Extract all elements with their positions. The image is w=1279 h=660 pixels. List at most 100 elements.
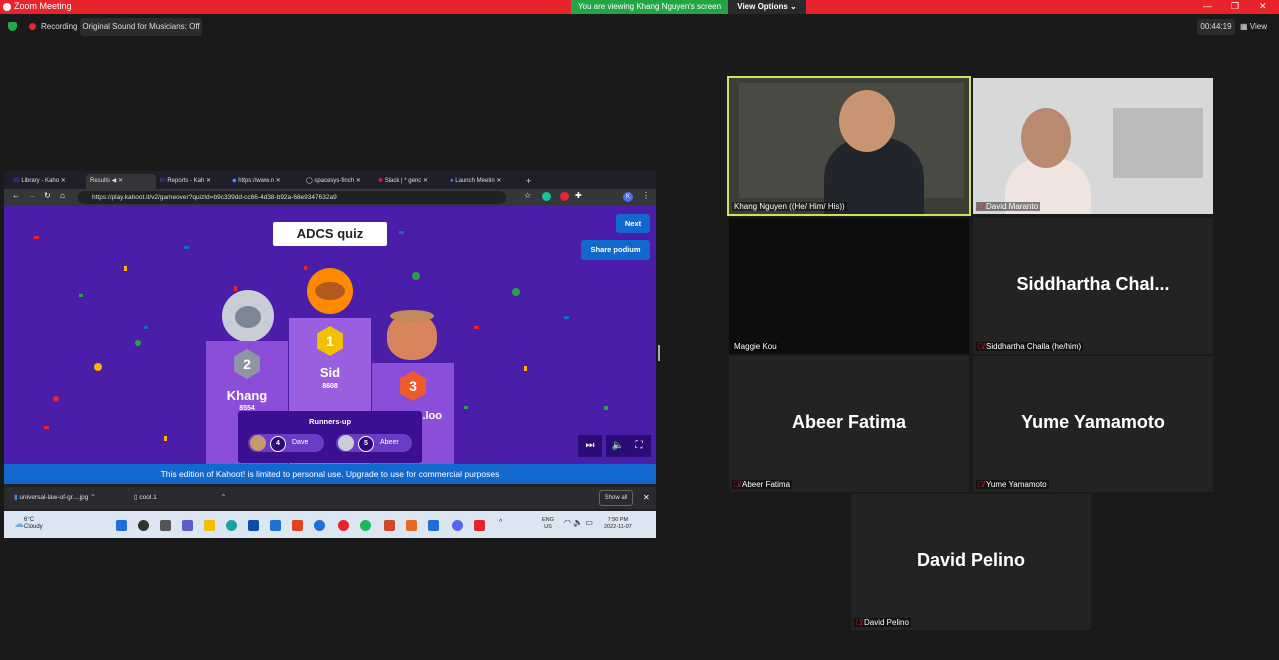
- download-item[interactable]: ▮ universal-law-of-gr....jpg ⌃: [14, 487, 96, 509]
- extension-icon[interactable]: [560, 192, 569, 201]
- person-face: [1021, 108, 1071, 168]
- tray-chevron-icon[interactable]: ^: [499, 519, 502, 526]
- runner-up-item: 5 Abeer: [336, 434, 412, 452]
- browser-tab[interactable]: ◆ https://www.n ✕: [232, 174, 300, 189]
- powerpoint-icon[interactable]: [384, 520, 395, 531]
- browser-tab[interactable]: ● Launch Meetin ✕: [450, 174, 518, 189]
- browser-tab[interactable]: ◯ spacesys-finch ✕: [306, 174, 374, 189]
- runners-up-panel: Runners-up 4 Dave 5 Abeer: [238, 411, 422, 463]
- podium-name: Khang: [226, 388, 268, 403]
- original-sound-status[interactable]: Original Sound for Musicians: Off: [80, 18, 202, 36]
- browser-tab-active[interactable]: Results ◀ ✕: [86, 174, 156, 189]
- video-tile-maggie[interactable]: Maggie Kou: [729, 218, 969, 354]
- chevron-up-icon: ⌃: [220, 494, 227, 501]
- runner-name: Dave: [292, 439, 309, 446]
- discord-icon[interactable]: [452, 520, 463, 531]
- participant-name: 🎙̸ Yume Yamamoto: [976, 480, 1049, 489]
- matlab-icon[interactable]: [406, 520, 417, 531]
- confetti-dot: [512, 288, 520, 296]
- participant-display-name: Yume Yamamoto: [1021, 412, 1165, 432]
- viewing-text: You are viewing Khang Nguyen's screen: [577, 2, 722, 11]
- confetti-piece: [184, 246, 189, 249]
- next-button[interactable]: Next: [616, 214, 650, 233]
- back-icon[interactable]: ←: [12, 191, 20, 200]
- video-tile-yume[interactable]: Yume Yamamoto 🎙̸ Yume Yamamoto: [973, 356, 1213, 492]
- zoom-title-bar: Zoom Meeting You are viewing Khang Nguye…: [0, 0, 1279, 14]
- kahoot-license-banner[interactable]: This edition of Kahoot! is limited to pe…: [4, 464, 656, 484]
- video-tile-khang[interactable]: Khang Nguyen ((He/ Him/ His)): [727, 76, 971, 216]
- participant-name: 🎙̸ Abeer Fatima: [732, 480, 793, 489]
- mail-icon[interactable]: [270, 520, 281, 531]
- confetti-piece: [164, 436, 167, 441]
- kahoot-podium-screen: ADCS quiz Next Share podium 2 Khang 8554…: [4, 206, 656, 464]
- file-explorer-icon[interactable]: [204, 520, 215, 531]
- confetti-piece: [79, 294, 83, 297]
- store-icon[interactable]: [248, 520, 259, 531]
- grammarly-icon[interactable]: [542, 192, 551, 201]
- weather-widget[interactable]: 6°C Cloudy: [24, 517, 43, 531]
- participant-name: 🎙̸ Siddhartha Challa (he/him): [976, 342, 1084, 351]
- app-icon[interactable]: [428, 520, 439, 531]
- security-shield-icon[interactable]: [8, 22, 17, 31]
- language-indicator[interactable]: ENG US: [542, 517, 554, 531]
- url-input[interactable]: https://play.kahoot.it/v2/gameover?quizI…: [78, 191, 506, 204]
- runner-rank: 4: [270, 436, 286, 452]
- browser-tab[interactable]: K! Reports - Kah ✕: [160, 174, 228, 189]
- snip-icon[interactable]: [474, 520, 485, 531]
- rank-badge: 2: [232, 349, 262, 379]
- participant-name: 🎙̸ David Maranto: [976, 202, 1041, 211]
- new-tab-button[interactable]: +: [526, 174, 536, 189]
- maximize-button[interactable]: ❐: [1231, 1, 1239, 12]
- home-icon[interactable]: ⌂: [60, 191, 65, 200]
- silver-badge-icon: 2: [234, 349, 260, 379]
- participant-name: Khang Nguyen ((He/ Him/ His)): [732, 202, 847, 211]
- close-downloads-icon[interactable]: ✕: [643, 493, 650, 502]
- chrome-icon[interactable]: [338, 520, 349, 531]
- spotify-icon[interactable]: [360, 520, 371, 531]
- show-all-button[interactable]: Show all: [599, 490, 633, 506]
- split-resize-handle[interactable]: [658, 345, 660, 361]
- download-item[interactable]: ▯ cool.1 ⌃: [134, 487, 226, 509]
- video-tile-david-pelino[interactable]: David Pelino 🎙̸ David Pelino: [851, 494, 1091, 630]
- puzzle-icon[interactable]: ✚: [575, 191, 582, 200]
- cowboy-cow-avatar: [387, 310, 437, 360]
- wifi-icon[interactable]: ◠ 🔈 ▭: [564, 518, 593, 527]
- close-button[interactable]: ✕: [1259, 1, 1267, 12]
- search-icon[interactable]: [138, 520, 149, 531]
- browser-tab[interactable]: ✱ Slack | * genc ✕: [378, 174, 446, 189]
- forward-icon[interactable]: →: [28, 191, 36, 200]
- browser-tab[interactable]: K! Library - Kaho ✕: [14, 174, 80, 189]
- shared-screen[interactable]: K! Library - Kaho ✕ Results ◀ ✕ K! Repor…: [4, 171, 656, 538]
- settings-icon[interactable]: [314, 520, 325, 531]
- minimize-button[interactable]: —: [1203, 1, 1212, 11]
- confetti-piece: [564, 316, 569, 319]
- confetti-dot: [412, 272, 420, 280]
- reload-icon[interactable]: ↻: [44, 191, 51, 200]
- skip-icon[interactable]: ⏭: [578, 435, 602, 457]
- participant-display-name: Siddhartha Chal...: [1016, 274, 1170, 294]
- video-tile-abeer[interactable]: Abeer Fatima 🎙̸ Abeer Fatima: [729, 356, 969, 492]
- recording-dot-icon: [29, 23, 36, 30]
- view-options-button[interactable]: View Options ⌄: [728, 0, 806, 14]
- taskbar-clock[interactable]: 7:50 PM 2022-11-07: [604, 517, 632, 531]
- edge-icon[interactable]: [226, 520, 237, 531]
- profile-avatar[interactable]: K: [623, 192, 633, 202]
- confetti-piece: [44, 426, 49, 429]
- share-podium-button[interactable]: Share podium: [581, 240, 650, 260]
- menu-kebab-icon[interactable]: ⋮: [642, 191, 650, 200]
- video-tile-siddhartha[interactable]: Siddhartha Chal... 🎙̸ Siddhartha Challa (…: [973, 218, 1213, 354]
- teams-icon[interactable]: [182, 520, 193, 531]
- video-tile-david-maranto[interactable]: 🎙̸ David Maranto: [973, 78, 1213, 214]
- task-view-icon[interactable]: [160, 520, 171, 531]
- recording-label[interactable]: Recording: [41, 22, 77, 31]
- view-button[interactable]: ▦ View: [1240, 19, 1274, 35]
- confetti-piece: [304, 266, 307, 270]
- star-icon[interactable]: ☆: [524, 191, 531, 200]
- confetti-piece: [399, 231, 404, 234]
- grid-icon: ▦: [1240, 22, 1250, 31]
- muted-mic-icon: 🎙̸: [978, 202, 984, 211]
- office-icon[interactable]: [292, 520, 303, 531]
- confetti-piece: [474, 326, 479, 329]
- windows-start-icon[interactable]: [116, 520, 127, 531]
- fullscreen-icon[interactable]: ⛶: [627, 435, 651, 457]
